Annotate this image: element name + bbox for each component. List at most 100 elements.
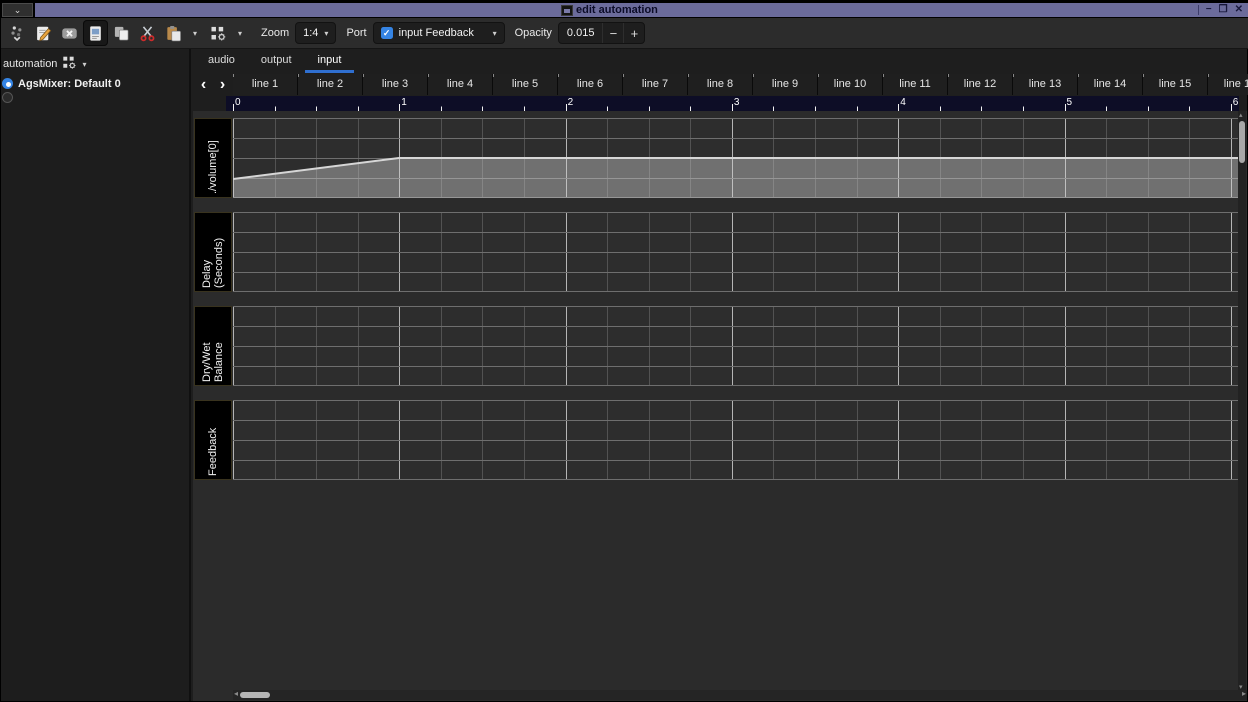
line-header-line-4[interactable]: line 4	[428, 74, 493, 95]
zoom-select[interactable]: 1:4	[295, 22, 336, 44]
machine-radio[interactable]	[2, 92, 13, 103]
chevron-down-icon[interactable]	[187, 20, 203, 46]
window-controls-separator	[1198, 5, 1199, 15]
svg-text:0: 0	[235, 97, 241, 108]
port-label: Port	[346, 27, 366, 39]
tab-output[interactable]: output	[248, 49, 305, 73]
tool-button-group	[5, 20, 251, 46]
machine-radio-list: AgsMixer: Default 0	[1, 77, 189, 104]
app-icon	[561, 5, 573, 16]
time-ruler[interactable]: 0123456	[226, 96, 1239, 111]
window-controls: − ❐ ✕	[1198, 3, 1243, 17]
toolbar: Zoom 1:4 Port ✓ input Feedback Opacity 0…	[1, 18, 1248, 49]
window-menu-button[interactable]: ⌄	[2, 3, 33, 17]
line-header-line-3[interactable]: line 3	[363, 74, 428, 95]
tab-audio[interactable]: audio	[195, 49, 248, 73]
paste-icon	[165, 25, 182, 42]
port-checkbox[interactable]: ✓	[381, 27, 393, 39]
line-header-line-2[interactable]: line 2	[298, 74, 363, 95]
line-header-line-8[interactable]: line 8	[688, 74, 753, 95]
lane-label: ./volume[0]	[194, 118, 232, 198]
svg-text:6: 6	[1233, 97, 1239, 108]
sidebar-header: automation	[1, 49, 189, 77]
machine-radio-row	[2, 91, 189, 104]
lane-grid[interactable]	[233, 400, 1239, 480]
vertical-scrollbar-thumb[interactable]	[1239, 121, 1245, 163]
automation-lane: ./volume[0]	[194, 118, 1239, 198]
line-header-line-5[interactable]: line 5	[493, 74, 558, 95]
chevron-down-icon[interactable]	[82, 58, 86, 70]
line-header-line-11[interactable]: line 11	[883, 74, 948, 95]
line-header-line-16[interactable]: line 16	[1208, 74, 1248, 95]
clear-tool-button[interactable]	[57, 20, 82, 46]
edit-tool-button[interactable]	[31, 20, 56, 46]
machine-radio-label: AgsMixer: Default 0	[18, 78, 121, 90]
svg-text:5: 5	[1067, 97, 1073, 108]
lane-label: Delay (Seconds)	[194, 212, 232, 292]
zoom-value: 1:4	[303, 27, 318, 39]
line-header-line-1[interactable]: line 1	[233, 74, 298, 95]
position-tool-button[interactable]	[5, 20, 30, 46]
line-header-line-14[interactable]: line 14	[1078, 74, 1143, 95]
svg-text:2: 2	[568, 97, 574, 108]
close-button[interactable]: ✕	[1235, 3, 1243, 17]
edit-icon	[35, 25, 52, 42]
chevron-down-icon	[493, 27, 497, 39]
automation-lane: Feedback	[194, 400, 1239, 480]
opacity-decrement-button[interactable]: −	[602, 23, 623, 43]
clear-icon	[61, 25, 78, 42]
svg-text:4: 4	[900, 97, 906, 108]
line-header-strip: line 1line 2line 3line 4line 5line 6line…	[233, 74, 1248, 95]
line-header-line-9[interactable]: line 9	[753, 74, 818, 95]
horizontal-scrollbar-thumb[interactable]	[240, 692, 270, 698]
opacity-label: Opacity	[515, 27, 552, 39]
opacity-increment-button[interactable]: +	[623, 23, 644, 43]
line-header-line-12[interactable]: line 12	[948, 74, 1013, 95]
lane-grid[interactable]	[233, 118, 1239, 198]
copy-icon	[113, 25, 130, 42]
svg-text:1: 1	[401, 97, 407, 108]
position-icon	[9, 25, 26, 42]
select-tool-button[interactable]	[83, 20, 108, 46]
tool-popup-tool-button[interactable]	[206, 20, 231, 46]
window-title: edit automation	[576, 4, 658, 16]
cut-icon	[139, 25, 156, 42]
titlebar: ⌄ edit automation − ❐ ✕	[1, 1, 1248, 18]
machine-radio[interactable]	[2, 78, 13, 89]
port-value: input Feedback	[399, 27, 487, 39]
port-select[interactable]: ✓ input Feedback	[373, 22, 505, 44]
horizontal-scrollbar[interactable]	[233, 690, 1247, 700]
tab-input[interactable]: input	[305, 49, 355, 73]
scroll-left-button[interactable]: ‹	[194, 74, 213, 95]
machine-radio-row: AgsMixer: Default 0	[2, 77, 189, 90]
automation-label: automation	[3, 58, 57, 70]
automation-lane: Delay (Seconds)	[194, 212, 1239, 292]
automation-curve	[233, 158, 1239, 198]
minimize-button[interactable]: −	[1206, 3, 1212, 17]
line-nav-buttons: ‹ ›	[194, 74, 232, 95]
maximize-button[interactable]: ❐	[1219, 3, 1228, 17]
line-header-line-15[interactable]: line 15	[1143, 74, 1208, 95]
opacity-value[interactable]: 0.015	[559, 23, 603, 43]
sidebar: automation AgsMixer: Default 0	[1, 49, 191, 701]
scroll-right-button[interactable]: ›	[213, 74, 232, 95]
line-header-line-7[interactable]: line 7	[623, 74, 688, 95]
machine-icon	[62, 55, 77, 73]
paste-tool-button[interactable]	[161, 20, 186, 46]
line-header-line-6[interactable]: line 6	[558, 74, 623, 95]
lane-grid[interactable]	[233, 212, 1239, 292]
lane-grid[interactable]	[233, 306, 1239, 386]
select-icon	[87, 25, 104, 42]
lane-label: Feedback	[194, 400, 232, 480]
line-header-line-10[interactable]: line 10	[818, 74, 883, 95]
vertical-scrollbar[interactable]	[1238, 111, 1246, 691]
line-header-line-13[interactable]: line 13	[1013, 74, 1078, 95]
edit-automation-window: ⌄ edit automation − ❐ ✕ Zoom 1:4 Port ✓ …	[0, 0, 1248, 702]
chevron-down-icon	[324, 27, 328, 39]
lane-label: Dry/Wet Balance	[194, 306, 232, 386]
cut-tool-button[interactable]	[135, 20, 160, 46]
copy-tool-button[interactable]	[109, 20, 134, 46]
automation-lane: Dry/Wet Balance	[194, 306, 1239, 386]
opacity-spinner: 0.015 − +	[558, 22, 646, 44]
chevron-down-icon[interactable]	[232, 20, 248, 46]
